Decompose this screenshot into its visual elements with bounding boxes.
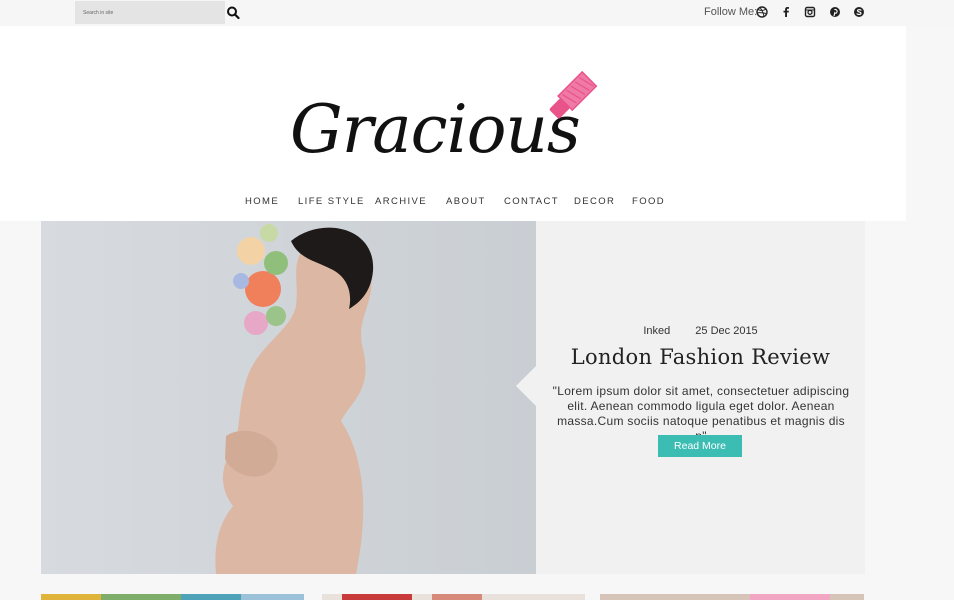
nav-item-contact[interactable]: CONTACT <box>504 196 559 207</box>
skype-icon[interactable] <box>852 5 866 19</box>
search-input[interactable] <box>75 1 225 24</box>
site-logo[interactable]: Gracious <box>288 56 618 166</box>
top-bar: Follow Me: <box>0 0 954 26</box>
featured-image[interactable] <box>41 221 536 574</box>
main-nav: HOME LIFE STYLE ARCHIVE ABOUT CONTACT DE… <box>0 196 906 210</box>
search-icon[interactable] <box>226 5 240 21</box>
dribbble-icon[interactable] <box>755 5 769 19</box>
nav-item-decor[interactable]: DECOR <box>574 196 615 207</box>
nav-item-about[interactable]: ABOUT <box>446 196 486 207</box>
logo-text: Gracious <box>290 91 580 166</box>
featured-post: Inked 25 Dec 2015 London Fashion Review … <box>41 221 865 574</box>
follow-me-label: Follow Me: <box>704 6 758 18</box>
nav-item-home[interactable]: HOME <box>245 196 279 207</box>
site-header: Gracious HOME LIFE STYLE ARCHIVE ABOUT C… <box>0 26 906 221</box>
post-title[interactable]: London Fashion Review <box>536 345 865 369</box>
nav-item-archive[interactable]: ARCHIVE <box>375 196 427 207</box>
nav-item-food[interactable]: FOOD <box>632 196 665 207</box>
pinterest-icon[interactable] <box>828 5 842 19</box>
post-thumbnail[interactable] <box>41 594 304 600</box>
post-meta: Inked 25 Dec 2015 <box>536 325 865 337</box>
post-category[interactable]: Inked <box>643 325 670 337</box>
read-more-button[interactable]: Read More <box>658 435 742 457</box>
nav-item-life-style[interactable]: LIFE STYLE <box>298 196 365 207</box>
post-date: 25 Dec 2015 <box>695 325 758 337</box>
post-thumbnail[interactable] <box>600 594 864 600</box>
post-thumbnail[interactable] <box>322 594 585 600</box>
image-pointer <box>516 366 536 406</box>
facebook-icon[interactable] <box>779 5 793 19</box>
instagram-icon[interactable] <box>803 5 817 19</box>
